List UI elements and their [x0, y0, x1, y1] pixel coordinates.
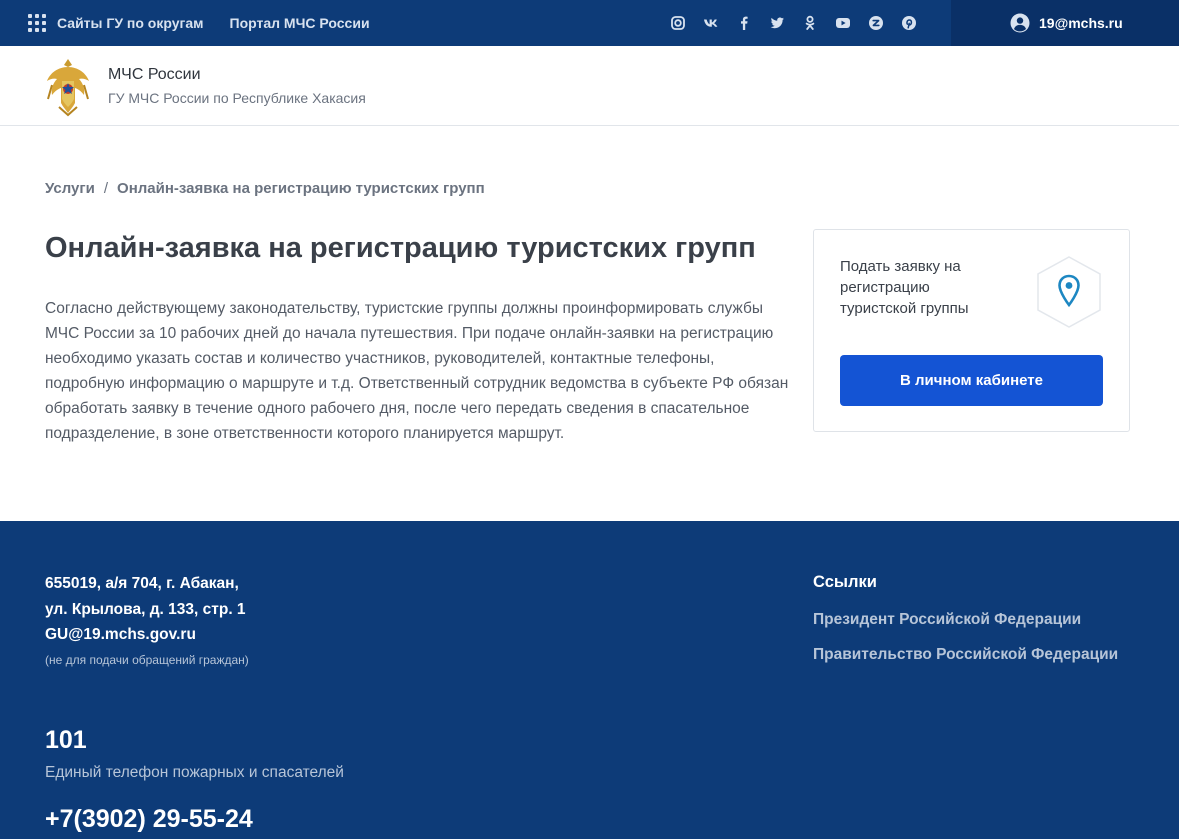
main-content: Услуги / Онлайн-заявка на регистрацию тури… — [0, 126, 1179, 521]
user-icon — [1010, 13, 1030, 33]
instagram-icon[interactable] — [668, 13, 688, 33]
user-email: 19@mchs.ru — [1039, 15, 1123, 31]
zen-icon[interactable] — [866, 13, 886, 33]
government-link[interactable]: Правительство Российской Федерации — [813, 646, 1118, 664]
site-header: МЧС России ГУ МЧС России по Республике Х… — [0, 46, 1179, 126]
breadcrumb-separator: / — [103, 180, 109, 197]
site-footer: 655019, а/я 704, г. Абакан, ул. Крылова,… — [0, 521, 1179, 839]
portal-link[interactable]: Портал МЧС России — [230, 15, 370, 31]
social-links — [668, 0, 932, 46]
main-phone[interactable]: +7(3902) 29-55-24 — [45, 805, 253, 834]
pinterest-icon[interactable] — [899, 13, 919, 33]
personal-account-button[interactable]: В личном кабинете — [840, 355, 1103, 406]
application-card: Подать заявку на регистрацию туристской … — [813, 229, 1130, 432]
links-title: Ссылки — [813, 573, 877, 591]
apps-grid-icon[interactable] — [28, 14, 46, 32]
address-line-1: 655019, а/я 704, г. Абакан, — [45, 575, 239, 592]
email-note: (не для подачи обращений граждан) — [45, 653, 249, 667]
location-pin-icon — [1037, 256, 1101, 328]
top-bar-left: Сайты ГУ по округам Портал МЧС России — [0, 14, 396, 32]
breadcrumb-services-link[interactable]: Услуги — [45, 180, 95, 197]
top-bar: Сайты ГУ по округам Портал МЧС России 19… — [0, 0, 1179, 46]
page-title: Онлайн-заявка на регистрацию туристских … — [45, 232, 756, 264]
emblem-logo[interactable] — [44, 55, 92, 117]
footer-address: 655019, а/я 704, г. Абакан, ул. Крылова,… — [45, 571, 246, 648]
facebook-icon[interactable] — [734, 13, 754, 33]
org-subtitle: ГУ МЧС России по Республике Хакасия — [108, 89, 366, 106]
regions-link[interactable]: Сайты ГУ по округам — [57, 15, 204, 31]
footer-email[interactable]: GU@19.mchs.gov.ru — [45, 622, 246, 648]
odnoklassniki-icon[interactable] — [800, 13, 820, 33]
user-account[interactable]: 19@mchs.ru — [951, 0, 1179, 46]
breadcrumb-current: Онлайн-заявка на регистрацию туристских … — [117, 180, 485, 197]
address-line-2: ул. Крылова, д. 133, стр. 1 — [45, 600, 246, 618]
breadcrumb: Услуги / Онлайн-заявка на регистрацию тури… — [45, 180, 485, 197]
emergency-phone[interactable]: 101 — [45, 726, 87, 755]
emergency-phone-label: Единый телефон пожарных и спасателей — [45, 764, 344, 781]
card-text: Подать заявку на регистрацию туристской … — [840, 258, 969, 317]
youtube-icon[interactable] — [833, 13, 853, 33]
org-names: МЧС России ГУ МЧС России по Республике Х… — [108, 66, 366, 106]
vk-icon[interactable] — [701, 13, 721, 33]
org-title[interactable]: МЧС России — [108, 66, 366, 84]
twitter-icon[interactable] — [767, 13, 787, 33]
page-description: Согласно действующему законодательству, … — [45, 300, 789, 442]
president-link[interactable]: Президент Российской Федерации — [813, 611, 1081, 629]
